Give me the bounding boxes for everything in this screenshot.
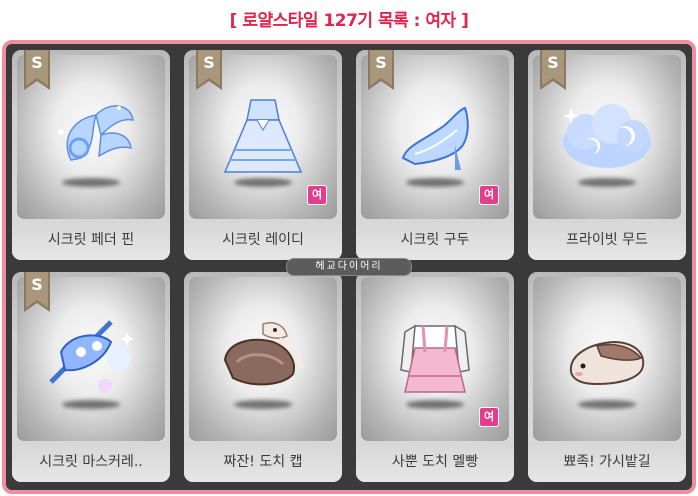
feather-pin-icon (58, 105, 134, 161)
female-badge: 여 (307, 185, 327, 205)
female-badge: 여 (479, 407, 499, 427)
overalls-icon (400, 324, 470, 393)
item-name: 시크릿 마스커레.. (12, 442, 170, 482)
item-name: 시크릿 레이디 (184, 220, 342, 260)
item-name: 뾰족! 가시밭길 (528, 442, 686, 482)
watermark: 헤교다이어리 (286, 258, 412, 276)
female-badge: 여 (479, 185, 499, 205)
item-card[interactable]: S 프라이빗 무드 (528, 50, 686, 260)
item-card[interactable]: S 시크릿 마스커레.. (12, 272, 170, 482)
page-title: [ 로얄스타일 127기 목록 : 여자 ] (229, 11, 469, 31)
item-name: 시크릿 페더 핀 (12, 220, 170, 260)
hedgehog-shoe-icon (569, 340, 645, 386)
item-card[interactable]: S 여 시크릿 구두 (356, 50, 514, 260)
grade-badge-label: S (31, 53, 43, 72)
grade-badge-label: S (547, 53, 559, 72)
item-name: 짜잔! 도치 캡 (184, 442, 342, 482)
grade-badge-label: S (31, 275, 43, 294)
item-name: 시크릿 구두 (356, 220, 514, 260)
cloud-moon-icon (563, 104, 651, 168)
item-name: 프라이빗 무드 (528, 220, 686, 260)
item-card[interactable]: S 시크릿 페더 핀 (12, 50, 170, 260)
item-card[interactable]: 뾰족! 가시밭길 (528, 272, 686, 482)
glass-shoe-icon (401, 106, 469, 170)
item-card[interactable]: S 여 시크릿 레이디 (184, 50, 342, 260)
grade-badge-label: S (375, 53, 387, 72)
item-card[interactable]: 여 사뿐 도치 멜빵 (356, 272, 514, 482)
item-name: 사뿐 도치 멜빵 (356, 442, 514, 482)
item-card[interactable]: 짜잔! 도치 캡 (184, 272, 342, 482)
dress-icon (223, 99, 303, 173)
grade-badge-label: S (203, 53, 215, 72)
masquerade-icon (49, 320, 134, 393)
hedgehog-cap-icon (223, 322, 304, 386)
